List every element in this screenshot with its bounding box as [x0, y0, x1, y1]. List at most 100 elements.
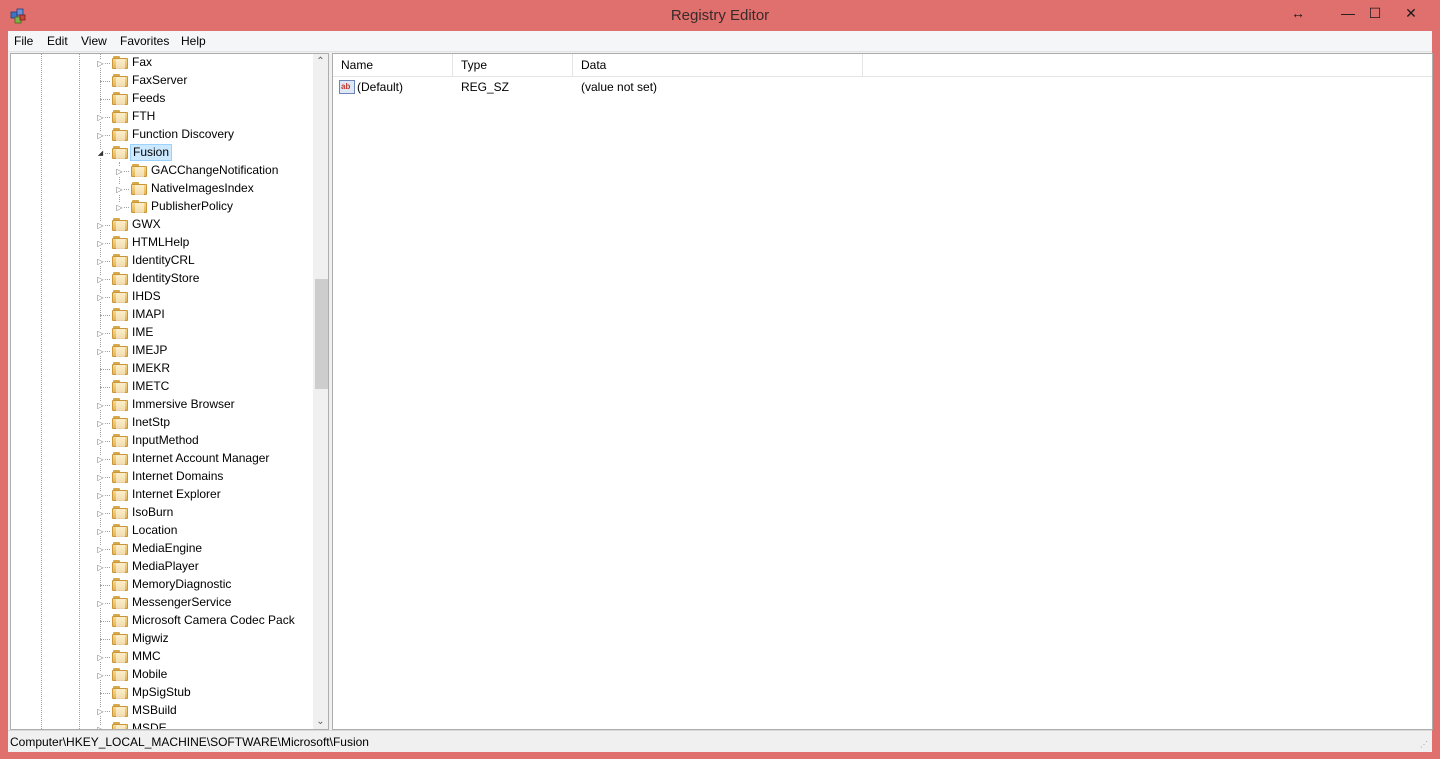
tree-item[interactable]: Microsoft Camera Codec Pack [11, 612, 311, 630]
tree-item-label[interactable]: MediaEngine [130, 541, 204, 556]
tree-item-label[interactable]: IdentityCRL [130, 253, 197, 268]
tree-item[interactable]: ▷ IHDS [11, 288, 311, 306]
list-item[interactable]: ab (Default) REG_SZ (value not set) [333, 78, 933, 96]
tree-item-label[interactable]: IMEJP [130, 343, 169, 358]
collapsed-arrow-icon[interactable]: ▷ [96, 131, 105, 140]
tree-item[interactable]: IMAPI [11, 306, 311, 324]
expanded-arrow-icon[interactable]: ◢ [96, 149, 105, 158]
collapsed-arrow-icon[interactable]: ▷ [115, 185, 124, 194]
tree-item[interactable]: ▷ Fax [11, 54, 311, 72]
tree-item[interactable]: MemoryDiagnostic [11, 576, 311, 594]
collapsed-arrow-icon[interactable]: ▷ [96, 239, 105, 248]
collapsed-arrow-icon[interactable]: ▷ [96, 509, 105, 518]
maximize-button[interactable]: ☐ [1358, 2, 1392, 24]
collapsed-arrow-icon[interactable]: ▷ [96, 437, 105, 446]
tree-item-label[interactable]: IdentityStore [130, 271, 201, 286]
tree-item-label[interactable]: IHDS [130, 289, 163, 304]
collapsed-arrow-icon[interactable]: ▷ [96, 563, 105, 572]
collapsed-arrow-icon[interactable]: ▷ [96, 707, 105, 716]
tree-item-label[interactable]: Fax [130, 55, 154, 70]
collapsed-arrow-icon[interactable]: ▷ [96, 455, 105, 464]
tree-item-label[interactable]: MSBuild [130, 703, 179, 718]
tree-item-label[interactable]: MMC [130, 649, 163, 664]
tree-item-label[interactable]: MSDE [130, 721, 169, 729]
collapsed-arrow-icon[interactable]: ▷ [96, 275, 105, 284]
tree-item[interactable]: FaxServer [11, 72, 311, 90]
tree-item-label[interactable]: Immersive Browser [130, 397, 237, 412]
tree-item-label[interactable]: IMAPI [130, 307, 167, 322]
scrollbar-thumb[interactable] [315, 279, 328, 389]
collapsed-arrow-icon[interactable]: ▷ [96, 653, 105, 662]
scroll-down-icon[interactable]: ⌄ [313, 714, 328, 729]
tree-item-label[interactable]: Microsoft Camera Codec Pack [130, 613, 297, 628]
tree-item-label[interactable]: NativeImagesIndex [149, 181, 256, 196]
tree-item[interactable]: ▷ MSDE [11, 720, 311, 729]
collapsed-arrow-icon[interactable]: ▷ [96, 419, 105, 428]
collapsed-arrow-icon[interactable]: ▷ [96, 59, 105, 68]
column-header-data[interactable]: Data [573, 54, 863, 76]
tree-item[interactable]: ▷ Mobile [11, 666, 311, 684]
tree-item[interactable]: ▷ Internet Explorer [11, 486, 311, 504]
tree-item-label[interactable]: HTMLHelp [130, 235, 191, 250]
menu-help[interactable]: Help [181, 34, 206, 48]
menu-view[interactable]: View [81, 34, 107, 48]
tree-item-label[interactable]: IME [130, 325, 155, 340]
collapsed-arrow-icon[interactable]: ▷ [96, 221, 105, 230]
value-list-pane[interactable]: Name Type Data ab (Default) REG_SZ (valu… [332, 53, 1433, 730]
tree-item[interactable]: ▷ MessengerService [11, 594, 311, 612]
tree-item[interactable]: IMEKR [11, 360, 311, 378]
tree-item-label[interactable]: Fusion [130, 144, 173, 161]
tree-item[interactable]: MpSigStub [11, 684, 311, 702]
title-bar[interactable]: Registry Editor ↔ — ☐ ✕ [0, 0, 1440, 31]
collapsed-arrow-icon[interactable]: ▷ [96, 113, 105, 122]
tree-item[interactable]: ▷ MediaEngine [11, 540, 311, 558]
tree-item-label[interactable]: MediaPlayer [130, 559, 201, 574]
tree-item-label[interactable]: MpSigStub [130, 685, 193, 700]
tree-item-label[interactable]: Internet Explorer [130, 487, 223, 502]
column-header-name[interactable]: Name [333, 54, 453, 76]
tree-item-label[interactable]: Migwiz [130, 631, 171, 646]
key-tree-pane[interactable]: ▷ Fax FaxServer Feeds ▷ FTH ▷ Function Discover… [10, 53, 329, 730]
resize-grip-icon[interactable]: ⋰ [1420, 740, 1430, 750]
collapsed-arrow-icon[interactable]: ▷ [115, 203, 124, 212]
tree-vertical-scrollbar[interactable]: ⌃ ⌄ [313, 54, 328, 729]
tree-item-label[interactable]: IsoBurn [130, 505, 175, 520]
menu-edit[interactable]: Edit [47, 34, 68, 48]
collapsed-arrow-icon[interactable]: ▷ [96, 347, 105, 356]
tree-item[interactable]: ▷ MMC [11, 648, 311, 666]
scroll-up-icon[interactable]: ⌃ [313, 54, 328, 69]
tree-item-label[interactable]: GACChangeNotification [149, 163, 280, 178]
tree-item[interactable]: ▷ InetStp [11, 414, 311, 432]
tree-item-label[interactable]: PublisherPolicy [149, 199, 235, 214]
collapsed-arrow-icon[interactable]: ▷ [96, 401, 105, 410]
tree-item[interactable]: ▷ GACChangeNotification [11, 162, 311, 180]
menu-favorites[interactable]: Favorites [120, 34, 169, 48]
tree-item[interactable]: ▷ PublisherPolicy [11, 198, 311, 216]
tree-item[interactable]: ▷ IME [11, 324, 311, 342]
resize-icon[interactable]: ↔ [1281, 2, 1315, 24]
tree-item[interactable]: ▷ IdentityCRL [11, 252, 311, 270]
tree-item-label[interactable]: FaxServer [130, 73, 189, 88]
collapsed-arrow-icon[interactable]: ▷ [96, 491, 105, 500]
tree-item[interactable]: ▷ Function Discovery [11, 126, 311, 144]
tree-item-label[interactable]: InputMethod [130, 433, 201, 448]
tree-item[interactable]: Migwiz [11, 630, 311, 648]
tree-item[interactable]: ▷ IdentityStore [11, 270, 311, 288]
collapsed-arrow-icon[interactable]: ▷ [96, 599, 105, 608]
tree-item[interactable]: ▷ Immersive Browser [11, 396, 311, 414]
tree-item[interactable]: ▷ MediaPlayer [11, 558, 311, 576]
tree-item-label[interactable]: Feeds [130, 91, 167, 106]
tree-item[interactable]: ▷ HTMLHelp [11, 234, 311, 252]
tree-item[interactable]: ◢ Fusion [11, 144, 311, 162]
tree-item[interactable]: ▷ Location [11, 522, 311, 540]
tree-item[interactable]: ▷ NativeImagesIndex [11, 180, 311, 198]
tree-item[interactable]: ▷ GWX [11, 216, 311, 234]
tree-item[interactable]: ▷ MSBuild [11, 702, 311, 720]
tree-item[interactable]: ▷ IsoBurn [11, 504, 311, 522]
tree-item[interactable]: ▷ FTH [11, 108, 311, 126]
collapsed-arrow-icon[interactable]: ▷ [96, 473, 105, 482]
tree-item-label[interactable]: IMETC [130, 379, 171, 394]
tree-item[interactable]: ▷ InputMethod [11, 432, 311, 450]
tree-item-label[interactable]: MessengerService [130, 595, 233, 610]
tree-item-label[interactable]: Function Discovery [130, 127, 236, 142]
